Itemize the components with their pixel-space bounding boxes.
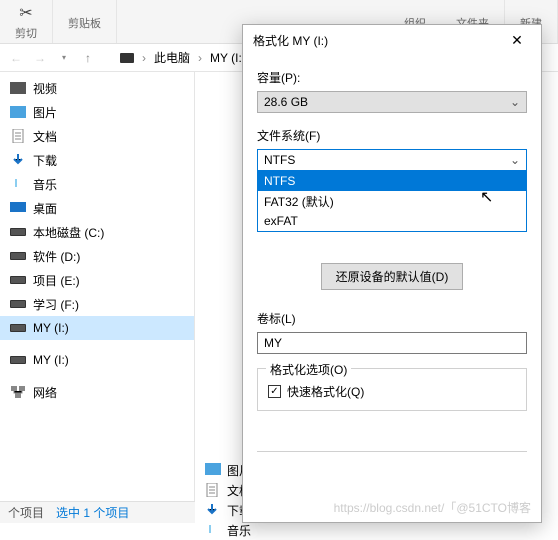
tree-item-label: 下载 — [33, 152, 57, 169]
breadcrumb-pc[interactable]: 此电脑 — [154, 49, 190, 66]
doc-icon — [10, 129, 26, 143]
ribbon-clipboard-section: ✂ 剪切 — [0, 0, 53, 43]
tree-item[interactable]: MY (I:) — [0, 316, 194, 340]
desktop-icon — [10, 201, 26, 215]
filesystem-label: 文件系统(F) — [257, 127, 527, 144]
volume-input[interactable] — [257, 332, 527, 354]
filesystem-value: NTFS — [264, 153, 295, 167]
tree-item-label: MY (I:) — [33, 321, 69, 335]
tree-item-label: 文档 — [33, 128, 57, 145]
chevron-down-icon: ⌄ — [510, 153, 520, 167]
chevron-right-icon: › — [198, 51, 202, 65]
ribbon-clipboard-label: 剪贴板 — [53, 0, 117, 43]
list-item[interactable]: 音乐 — [195, 520, 558, 540]
tree-item[interactable]: 视频 — [0, 76, 194, 100]
tree-item[interactable]: 本地磁盘 (C:) — [0, 220, 194, 244]
volume-label: 卷标(L) — [257, 310, 527, 327]
back-icon[interactable]: ← — [8, 50, 24, 66]
chevron-down-icon: ⌄ — [510, 95, 520, 109]
folder-tree: 视频图片文档下载音乐桌面本地磁盘 (C:) 软件 (D:) 项目 (E:) 学习 (F… — [0, 72, 195, 523]
capacity-combo[interactable]: 28.6 GB ⌄ — [257, 91, 527, 113]
drive-icon — [10, 225, 26, 239]
drive-icon — [10, 353, 26, 367]
tree-item[interactable]: 图片 — [0, 100, 194, 124]
download-icon — [10, 153, 26, 167]
network-icon — [10, 385, 26, 399]
breadcrumb-drive[interactable]: MY (I:) — [210, 51, 246, 65]
dialog-separator — [257, 451, 527, 452]
cut-label: 剪切 — [15, 25, 37, 41]
status-count: 个项目 — [8, 504, 44, 521]
capacity-value: 28.6 GB — [264, 95, 308, 109]
dropdown-option[interactable]: exFAT — [258, 211, 526, 231]
tree-item[interactable]: 文档 — [0, 124, 194, 148]
tree-item[interactable]: 音乐 — [0, 172, 194, 196]
list-item-label: 音乐 — [227, 522, 251, 539]
capacity-label: 容量(P): — [257, 69, 527, 86]
music-icon — [10, 177, 26, 191]
drive-icon — [10, 297, 26, 311]
drive-icon — [10, 321, 26, 335]
tree-item[interactable]: 项目 (E:) — [0, 268, 194, 292]
image-icon — [205, 463, 221, 477]
tree-item-label: 本地磁盘 (C:) — [33, 224, 104, 241]
tree-item[interactable]: 桌面 — [0, 196, 194, 220]
drive-icon — [10, 273, 26, 287]
video-icon — [10, 81, 26, 95]
doc-icon — [205, 483, 221, 497]
filesystem-dropdown: NTFSFAT32 (默认)exFAT — [257, 170, 527, 232]
forward-icon[interactable]: → — [32, 50, 48, 66]
scissors-icon: ✂ — [19, 3, 32, 23]
tree-item[interactable]: 软件 (D:) — [0, 244, 194, 268]
format-dialog: 格式化 MY (I:) ✕ 容量(P): 28.6 GB ⌄ 文件系统(F) N… — [242, 24, 542, 523]
dialog-title: 格式化 MY (I:) — [253, 32, 497, 49]
tree-item[interactable]: 下载 — [0, 148, 194, 172]
tree-item[interactable]: MY (I:) — [0, 348, 194, 372]
hdd-icon — [120, 53, 134, 63]
dropdown-option[interactable]: FAT32 (默认) — [258, 191, 526, 211]
tree-item-label: 学习 (F:) — [33, 296, 79, 313]
tree-item-label: 软件 (D:) — [33, 248, 80, 265]
tree-item-label: 视频 — [33, 80, 57, 97]
format-options-legend: 格式化选项(O) — [266, 361, 351, 378]
music-icon — [205, 523, 221, 537]
tree-item-label: MY (I:) — [33, 353, 69, 367]
close-button[interactable]: ✕ — [497, 26, 537, 54]
tree-item-label: 桌面 — [33, 200, 57, 217]
tree-item-label: 网络 — [33, 384, 57, 401]
tree-item-label: 音乐 — [33, 176, 57, 193]
quick-format-checkbox[interactable]: ✓ — [268, 385, 281, 398]
download-icon — [205, 503, 221, 517]
up-icon[interactable]: ↑ — [80, 50, 96, 66]
watermark: https://blog.csdn.net/「@51CTO博客 — [334, 499, 531, 516]
tree-item-label: 项目 (E:) — [33, 272, 80, 289]
tree-item-label: 图片 — [33, 104, 57, 121]
chevron-down-icon[interactable]: ▾ — [56, 50, 72, 66]
dialog-titlebar: 格式化 MY (I:) ✕ — [243, 25, 541, 55]
status-bar: 个项目 选中 1 个项目 — [0, 501, 195, 523]
chevron-right-icon: › — [142, 51, 146, 65]
drive-icon — [10, 249, 26, 263]
tree-item[interactable]: 网络 — [0, 380, 194, 404]
dropdown-option[interactable]: NTFS — [258, 171, 526, 191]
quick-format-label: 快速格式化(Q) — [287, 383, 364, 400]
filesystem-combo[interactable]: NTFS ⌄ NTFSFAT32 (默认)exFAT — [257, 149, 527, 171]
format-options-group: 格式化选项(O) ✓ 快速格式化(Q) — [257, 368, 527, 411]
restore-defaults-button[interactable]: 还原设备的默认值(D) — [321, 263, 464, 290]
tree-item[interactable]: 学习 (F:) — [0, 292, 194, 316]
image-icon — [10, 105, 26, 119]
status-selected: 选中 1 个项目 — [56, 504, 129, 521]
